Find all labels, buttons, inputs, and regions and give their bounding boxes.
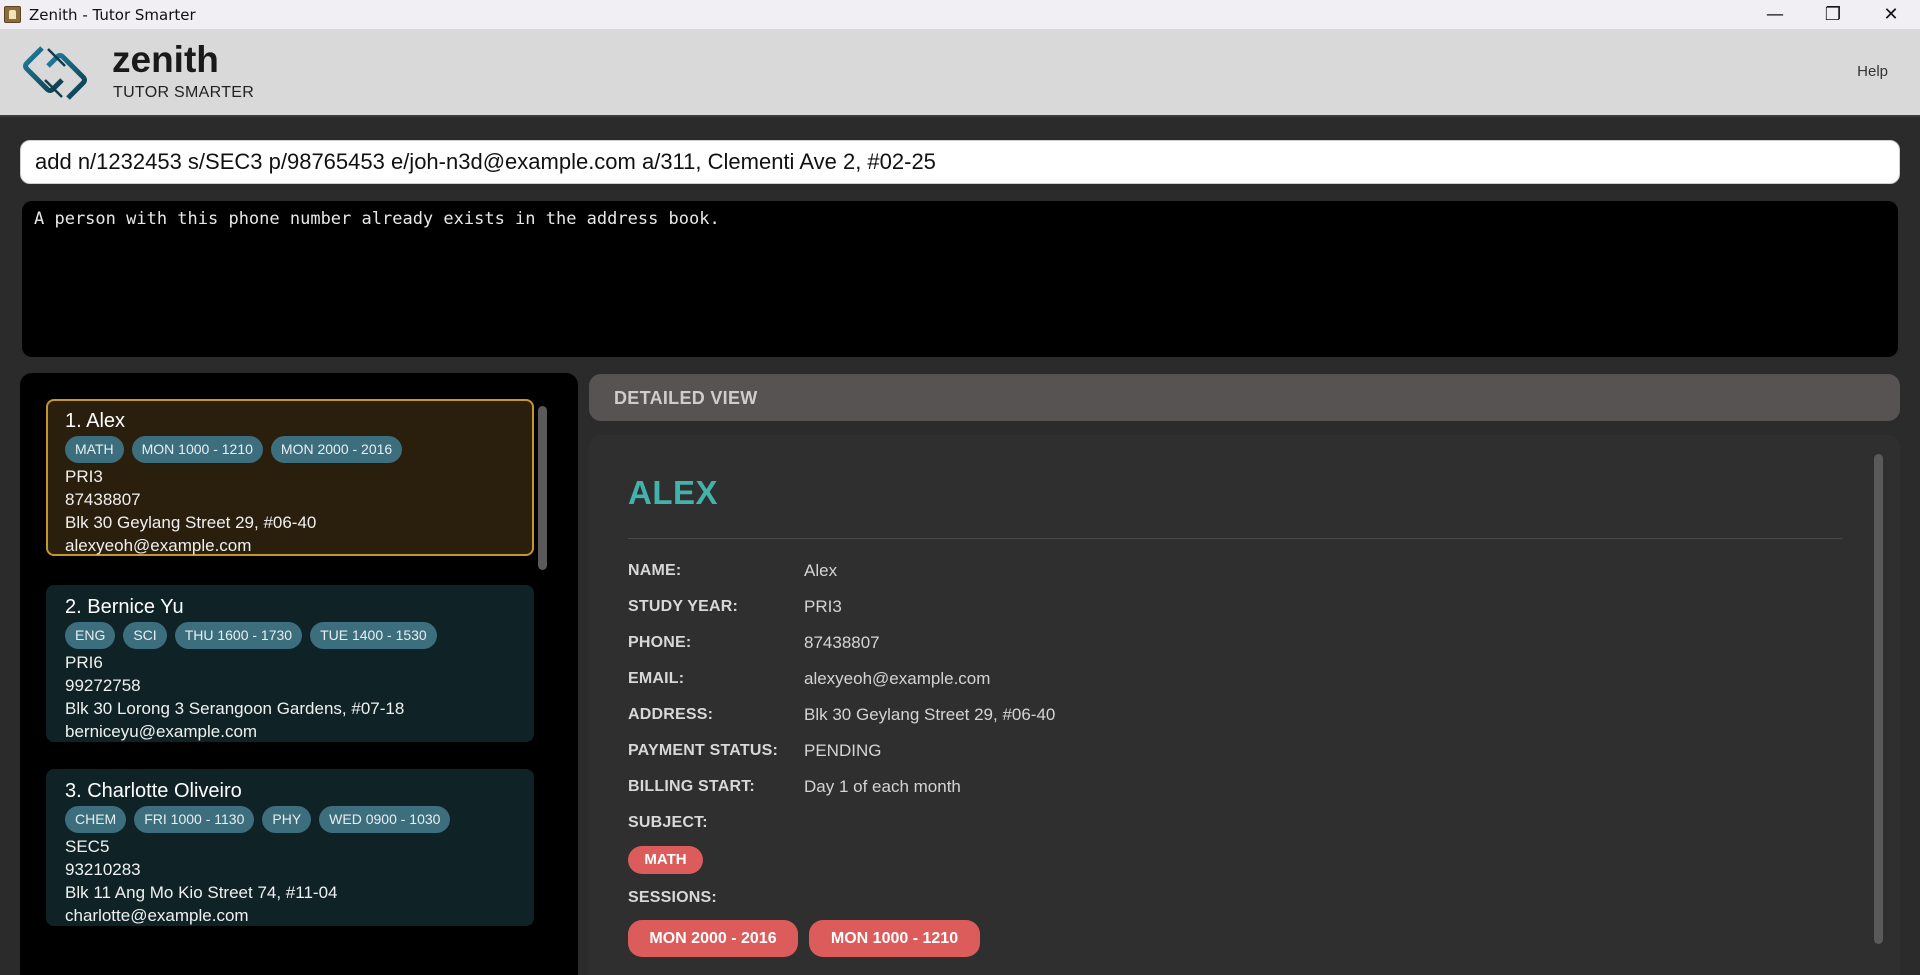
divider (628, 538, 1842, 539)
person-phone: 87438807 (65, 490, 141, 509)
person-card[interactable]: 1. Alex MATH MON 1000 - 1210 MON 2000 - … (46, 399, 534, 556)
person-tags: MATH MON 1000 - 1210 MON 2000 - 2016 (65, 435, 515, 463)
detail-value: Alex (804, 561, 838, 580)
session-pill: MON 2000 - 2016 (628, 920, 798, 957)
detail-value: 87438807 (804, 633, 880, 652)
person-study-year: PRI6 (65, 653, 103, 672)
tag: CHEM (65, 805, 127, 833)
detail-row-name: NAME: Alex (628, 559, 837, 583)
person-address: Blk 30 Lorong 3 Serangoon Gardens, #07-1… (65, 699, 405, 718)
session-pill: MON 1000 - 1210 (809, 920, 980, 957)
window-title: Zenith - Tutor Smarter (29, 5, 196, 24)
tag: ENG (65, 621, 116, 649)
detail-label: PAYMENT STATUS: (628, 742, 778, 759)
person-tags: ENG SCI THU 1600 - 1730 TUE 1400 - 1530 (65, 621, 515, 649)
person-address: Blk 11 Ang Mo Kio Street 74, #11-04 (65, 883, 338, 902)
result-message: A person with this phone number already … (34, 209, 720, 229)
detail-label: NAME: (628, 562, 682, 579)
help-menu[interactable]: Help (1857, 63, 1888, 80)
title-bar: Zenith - Tutor Smarter — ❐ ✕ (0, 0, 1920, 29)
tag: SCI (123, 621, 167, 649)
minimize-icon[interactable]: — (1746, 0, 1804, 29)
subject-pill: MATH (628, 846, 703, 874)
maximize-icon[interactable]: ❐ (1804, 0, 1862, 29)
command-box (20, 140, 1900, 184)
detail-label: EMAIL: (628, 670, 685, 687)
person-tags: CHEM FRI 1000 - 1130 PHY WED 0900 - 1030 (65, 805, 515, 833)
person-name: 2. Bernice Yu (65, 596, 184, 618)
tag: PHY (262, 805, 312, 833)
person-name: 1. Alex (65, 410, 126, 432)
detailed-view-header: DETAILED VIEW (589, 374, 1900, 421)
person-name: 3. Charlotte Oliveiro (65, 780, 242, 802)
detail-value: alexyeoh@example.com (804, 669, 991, 688)
detail-heading: ALEX (628, 474, 719, 511)
detail-label: ADDRESS: (628, 706, 714, 723)
tag: THU 1600 - 1730 (174, 621, 303, 649)
command-input[interactable] (21, 141, 1899, 183)
detailed-view-title: DETAILED VIEW (614, 388, 758, 408)
tag: MATH (65, 435, 124, 463)
detail-row-sessions: SESSIONS: (628, 886, 804, 910)
person-address: Blk 30 Geylang Street 29, #06-40 (65, 513, 317, 532)
person-phone: 93210283 (65, 860, 141, 879)
close-icon[interactable]: ✕ (1862, 0, 1920, 29)
detail-label: PHONE: (628, 634, 692, 651)
person-email: charlotte@example.com (65, 906, 249, 925)
detail-row-email: EMAIL: alexyeoh@example.com (628, 667, 990, 691)
detail-label: BILLING START: (628, 778, 755, 795)
tag: TUE 1400 - 1530 (310, 621, 437, 649)
detail-row-billing-start: BILLING START: Day 1 of each month (628, 775, 961, 799)
brand-tagline: TUTOR SMARTER (113, 84, 255, 101)
detail-value: Blk 30 Geylang Street 29, #06-40 (804, 705, 1056, 724)
window-controls: — ❐ ✕ (1746, 0, 1920, 29)
detail-value: Day 1 of each month (804, 777, 961, 796)
detail-row-address: ADDRESS: Blk 30 Geylang Street 29, #06-4… (628, 703, 1055, 727)
person-email: alexyeoh@example.com (65, 536, 252, 555)
detail-label: STUDY YEAR: (628, 598, 739, 615)
zenith-logo-icon (23, 46, 87, 100)
person-phone: 99272758 (65, 676, 141, 695)
tag: WED 0900 - 1030 (319, 805, 451, 833)
person-study-year: PRI3 (65, 467, 103, 486)
detail-scrollbar[interactable] (1874, 454, 1883, 944)
person-card[interactable]: 2. Bernice Yu ENG SCI THU 1600 - 1730 TU… (46, 585, 534, 742)
person-study-year: SEC5 (65, 837, 110, 856)
detail-value: PENDING (804, 741, 882, 760)
detail-row-subject: SUBJECT: (628, 811, 804, 835)
detail-value: PRI3 (804, 597, 842, 616)
detail-label: SUBJECT: (628, 814, 708, 831)
person-list-scrollbar[interactable] (538, 406, 547, 570)
person-email: berniceyu@example.com (65, 722, 258, 741)
detail-label: SESSIONS: (628, 889, 717, 906)
tag: MON 2000 - 2016 (270, 435, 403, 463)
detail-row-payment-status: PAYMENT STATUS: PENDING (628, 739, 881, 763)
app-icon (4, 6, 21, 23)
app-header: zenith TUTOR SMARTER Help (0, 29, 1920, 117)
tag: FRI 1000 - 1130 (134, 805, 255, 833)
brand-name: zenith (112, 39, 219, 80)
detail-row-study-year: STUDY YEAR: PRI3 (628, 595, 842, 619)
tag: MON 1000 - 1210 (131, 435, 263, 463)
result-display[interactable]: A person with this phone number already … (22, 201, 1898, 357)
detail-row-phone: PHONE: 87438807 (628, 631, 880, 655)
person-card[interactable]: 3. Charlotte Oliveiro CHEM FRI 1000 - 11… (46, 769, 534, 926)
